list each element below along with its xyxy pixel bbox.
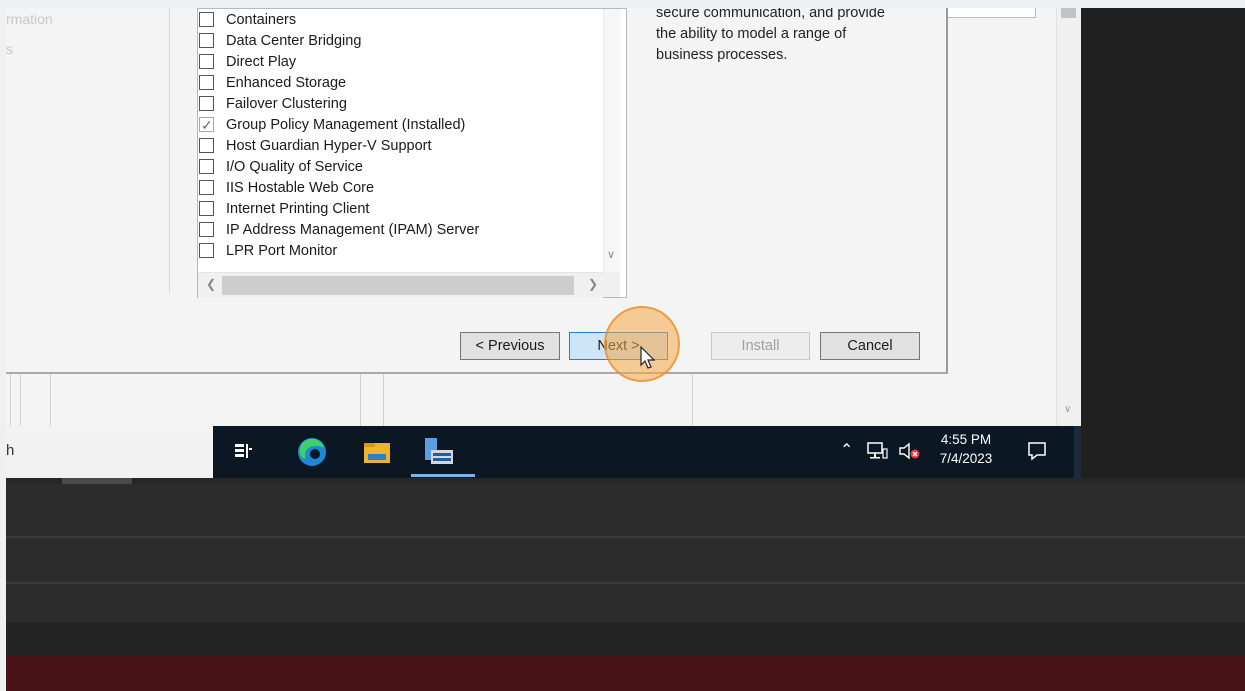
list-item[interactable]: IIS Hostable Web Core (199, 178, 375, 199)
track-band (6, 584, 1245, 622)
network-icon[interactable] (866, 441, 888, 466)
scrollbar-corner (603, 272, 620, 297)
feature-description: secure communication, and provide the ab… (656, 8, 926, 66)
notifications-icon[interactable] (1026, 440, 1048, 467)
feature-label: Host Guardian Hyper-V Support (226, 138, 432, 154)
scrollbar-thumb[interactable] (222, 276, 574, 295)
file-explorer-icon[interactable] (359, 434, 395, 470)
page-scrollbar-thumb[interactable] (1061, 8, 1076, 18)
chevron-right-icon[interactable]: ❯ (588, 277, 598, 291)
feature-label: Internet Printing Client (226, 201, 370, 217)
chevron-down-icon[interactable]: ∨ (1064, 404, 1071, 415)
description-box-edge (946, 8, 1036, 18)
list-item[interactable]: Host Guardian Hyper-V Support (199, 136, 432, 157)
list-item[interactable]: IP Address Management (IPAM) Server (199, 220, 480, 241)
feature-label: Enhanced Storage (226, 75, 347, 91)
checkbox[interactable] (199, 54, 214, 69)
checkbox[interactable] (199, 12, 214, 27)
bottom-red-bar (6, 656, 1245, 691)
feature-label: I/O Quality of Service (226, 159, 363, 175)
chevron-left-icon[interactable]: ❮ (206, 277, 216, 291)
clock[interactable]: 4:55 PM 7/4/2023 (934, 430, 998, 468)
grid-line (383, 374, 384, 426)
grid-line (50, 374, 51, 426)
mouse-cursor-icon (640, 345, 658, 377)
page-scrollbar[interactable] (1056, 8, 1081, 426)
chevron-down-icon[interactable]: ∨ (607, 248, 615, 261)
feature-label: Containers (226, 12, 297, 28)
dialog-border-right (946, 8, 948, 374)
checkbox[interactable] (199, 159, 214, 174)
dialog-border-bottom (6, 372, 948, 374)
list-item[interactable]: Containers (199, 10, 297, 31)
feature-label: IP Address Management (IPAM) Server (226, 222, 480, 238)
show-desktop-button[interactable] (1074, 426, 1081, 478)
feature-label: LPR Port Monitor (226, 243, 338, 259)
description-line: the ability to model a range of (656, 26, 847, 42)
server-manager-icon[interactable] (419, 434, 467, 484)
list-item[interactable]: I/O Quality of Service (199, 157, 363, 178)
feature-label: Data Center Bridging (226, 33, 362, 49)
clock-date: 7/4/2023 (939, 451, 993, 466)
list-item[interactable]: Internet Printing Client (199, 199, 370, 220)
list-item[interactable]: LPR Port Monitor (199, 241, 338, 262)
track-band (6, 538, 1245, 582)
description-line: secure communication, and provide (656, 8, 885, 21)
right-dark-panel (1081, 8, 1245, 478)
bottom-panel (6, 478, 1245, 691)
list-item[interactable]: Data Center Bridging (199, 31, 362, 52)
list-item[interactable]: Group Policy Management (Installed) (199, 115, 466, 136)
feature-label: Group Policy Management (Installed) (226, 117, 466, 133)
volume-muted-icon[interactable] (898, 441, 922, 466)
checkbox[interactable] (199, 180, 214, 195)
active-app-indicator (411, 474, 475, 477)
nav-item-information[interactable]: rmation (6, 11, 53, 27)
description-line: business processes. (656, 47, 788, 63)
checkbox[interactable] (199, 75, 214, 90)
task-view-icon[interactable] (224, 434, 260, 470)
grid-line (360, 374, 361, 426)
clock-time: 4:55 PM (940, 432, 992, 447)
remote-desktop-screen: rmation s Containers Data Center Bridgin… (6, 8, 1081, 426)
checkbox[interactable] (199, 201, 214, 216)
feature-label: Failover Clustering (226, 96, 347, 112)
grid-line (20, 374, 21, 426)
previous-button[interactable]: < Previous (460, 332, 560, 360)
vertical-scrollbar[interactable] (603, 9, 621, 272)
taskbar: h ⌃ 4:55 PM 7/4/2023 (6, 426, 1081, 484)
edge-browser-icon[interactable] (294, 434, 330, 470)
feature-label: IIS Hostable Web Core (226, 180, 375, 196)
feature-label: Direct Play (226, 54, 297, 70)
horizontal-scrollbar[interactable]: ❮ ❯ (198, 272, 603, 298)
cancel-button[interactable]: Cancel (820, 332, 920, 360)
checkbox[interactable] (199, 33, 214, 48)
features-list[interactable]: Containers Data Center Bridging Direct P… (197, 8, 627, 298)
grid-line (692, 374, 693, 426)
install-button[interactable]: Install (711, 332, 810, 360)
nav-item-fragment[interactable]: s (6, 41, 13, 57)
checkbox-checked[interactable] (199, 115, 214, 136)
list-item[interactable]: Enhanced Storage (199, 73, 347, 94)
track-band (6, 484, 1245, 536)
list-item[interactable]: Direct Play (199, 52, 297, 73)
list-item[interactable]: Failover Clustering (199, 94, 347, 115)
checkbox[interactable] (199, 138, 214, 153)
track-band (6, 622, 1245, 656)
checkbox[interactable] (199, 96, 214, 111)
checkbox[interactable] (199, 222, 214, 237)
checkbox[interactable] (199, 243, 214, 258)
search-text: h (6, 442, 15, 459)
top-strip (0, 0, 1245, 8)
grid-line (10, 374, 11, 426)
nav-divider (169, 8, 170, 293)
chevron-up-icon[interactable]: ⌃ (840, 440, 853, 460)
search-box[interactable]: h (6, 426, 213, 478)
